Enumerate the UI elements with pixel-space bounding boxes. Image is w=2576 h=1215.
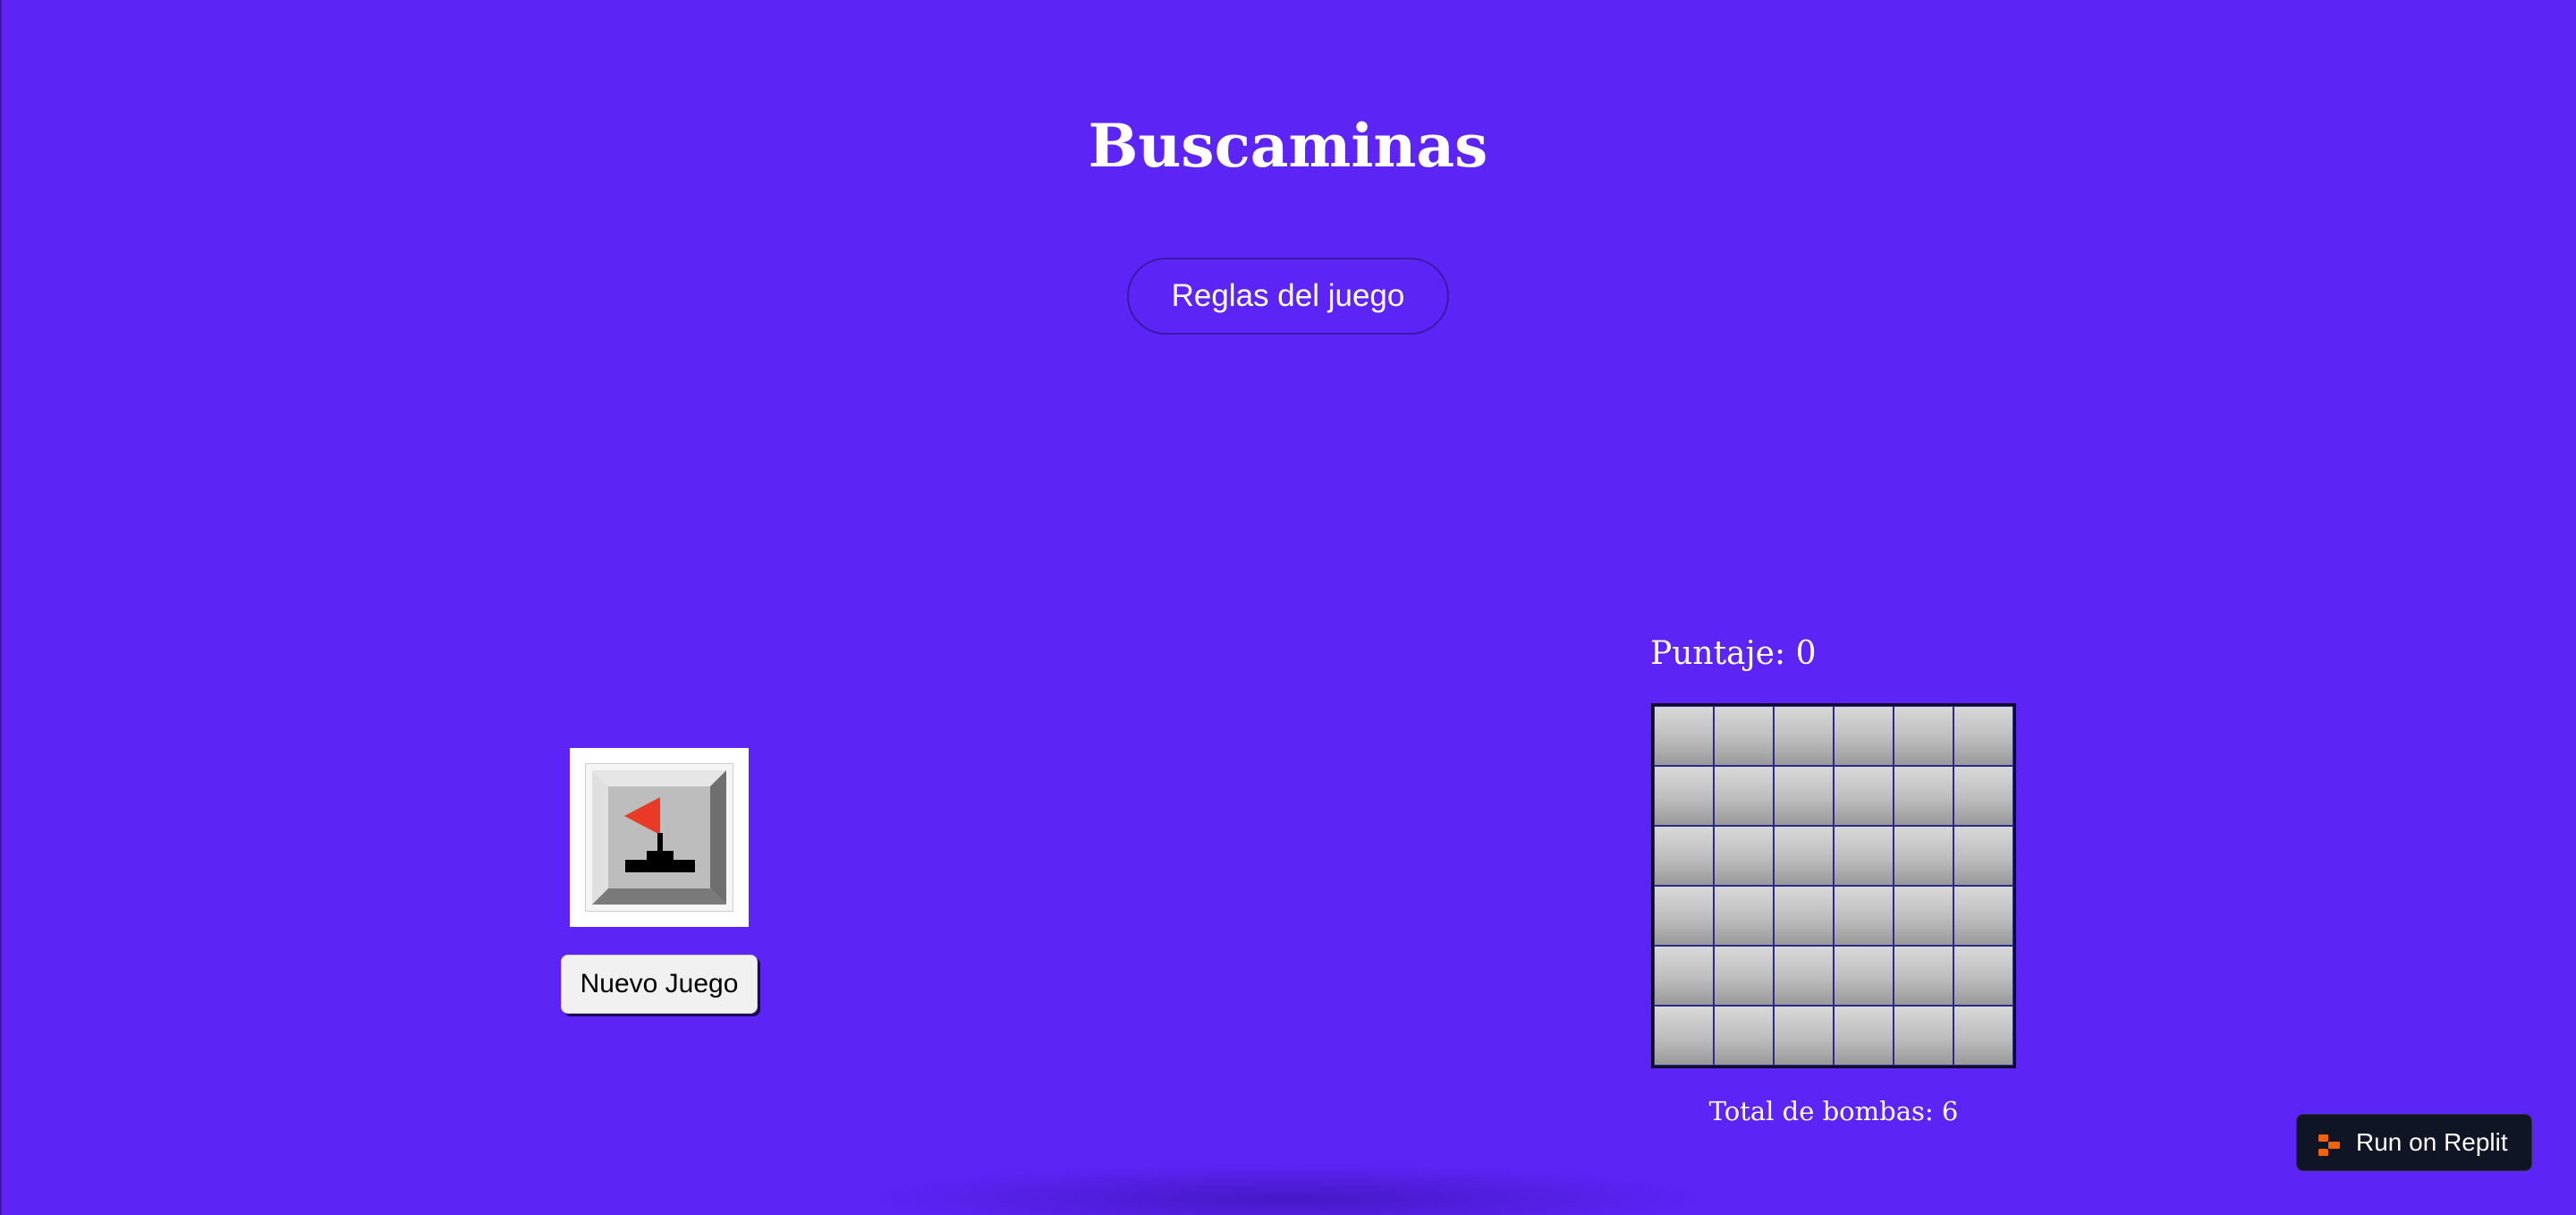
- board-cell[interactable]: [1953, 946, 2013, 1006]
- board-cell[interactable]: [1894, 766, 1953, 826]
- board-cell[interactable]: [1774, 946, 1834, 1006]
- board-cell[interactable]: [1654, 946, 1714, 1006]
- board-cell[interactable]: [1714, 706, 1774, 766]
- board-cell[interactable]: [1834, 946, 1894, 1006]
- bomb-count-value: 6: [1941, 1096, 1959, 1126]
- board-cell[interactable]: [1654, 886, 1714, 946]
- board-cell[interactable]: [1834, 826, 1894, 886]
- board-cell[interactable]: [1834, 766, 1894, 826]
- run-on-replit-button[interactable]: Run on Replit: [2296, 1114, 2532, 1171]
- board-cell[interactable]: [1714, 1006, 1774, 1066]
- board-cell[interactable]: [1953, 706, 2013, 766]
- board-cell[interactable]: [1774, 886, 1834, 946]
- new-game-button[interactable]: Nuevo Juego: [561, 955, 758, 1014]
- board-cell[interactable]: [1953, 766, 2013, 826]
- board-cell[interactable]: [1774, 826, 1834, 886]
- board-cell[interactable]: [1834, 886, 1894, 946]
- board-cell[interactable]: [1714, 766, 1774, 826]
- minesweeper-flag-icon: [585, 763, 733, 912]
- board-cell[interactable]: [1714, 886, 1774, 946]
- board-cell[interactable]: [1774, 1006, 1834, 1066]
- board-cell[interactable]: [1774, 706, 1834, 766]
- rules-button[interactable]: Reglas del juego: [1127, 258, 1449, 335]
- replit-label: Run on Replit: [2356, 1128, 2508, 1156]
- board-cell[interactable]: [1834, 706, 1894, 766]
- board-cell[interactable]: [1654, 826, 1714, 886]
- board-cell[interactable]: [1953, 886, 2013, 946]
- board-cell[interactable]: [1714, 946, 1774, 1006]
- bomb-count: Total de bombas: 6: [1651, 1093, 2016, 1129]
- board-cell[interactable]: [1654, 766, 1714, 826]
- board-cell[interactable]: [1654, 1006, 1714, 1066]
- board-cell[interactable]: [1894, 1006, 1953, 1066]
- page-title: Buscaminas: [1088, 111, 1488, 181]
- board-cell[interactable]: [1834, 1006, 1894, 1066]
- score-label: Puntaje:: [1650, 635, 1786, 672]
- board-cell[interactable]: [1894, 826, 1953, 886]
- board-cell[interactable]: [1894, 946, 1953, 1006]
- score-display: Puntaje: 0: [1650, 632, 1816, 676]
- minesweeper-board: [1651, 703, 2016, 1068]
- score-value: 0: [1795, 635, 1817, 672]
- board-cell[interactable]: [1953, 1006, 2013, 1066]
- board-cell[interactable]: [1953, 826, 2013, 886]
- board-cell[interactable]: [1774, 766, 1834, 826]
- minesweeper-logo: [570, 748, 749, 927]
- bottom-shadow: [859, 1163, 1717, 1215]
- replit-logo-icon: [2318, 1134, 2340, 1156]
- board-cell[interactable]: [1894, 886, 1953, 946]
- bomb-count-label: Total de bombas:: [1708, 1096, 1934, 1126]
- board-cell[interactable]: [1714, 826, 1774, 886]
- board-cell[interactable]: [1654, 706, 1714, 766]
- board-cell[interactable]: [1894, 706, 1953, 766]
